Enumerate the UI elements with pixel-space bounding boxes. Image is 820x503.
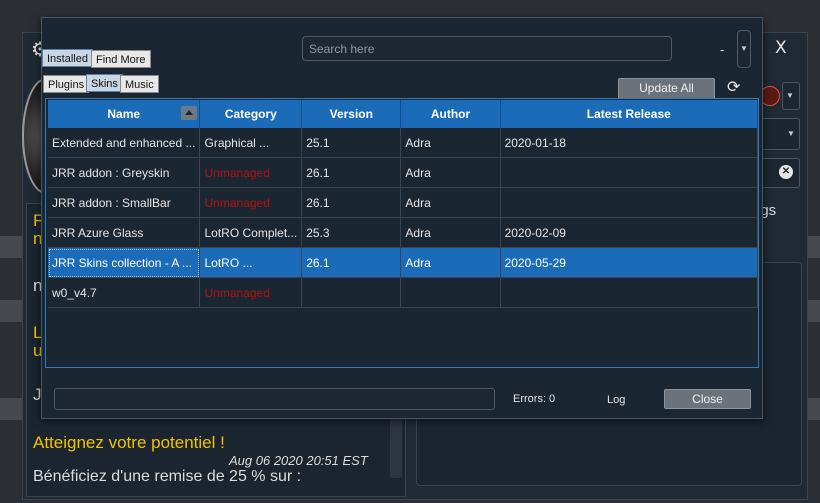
update-all-button[interactable]: Update All	[618, 78, 715, 99]
tab-skins[interactable]: Skins	[86, 74, 123, 92]
world-selector[interactable]: ▼	[782, 82, 800, 110]
table-row[interactable]: JRR Skins collection - A ... LotRO ... 26.…	[48, 247, 758, 278]
account-selector[interactable]: ▼	[760, 118, 800, 150]
cell-category: Unmanaged	[199, 277, 303, 308]
sort-arrow-icon	[181, 106, 198, 120]
search-input[interactable]: Search here	[302, 36, 672, 61]
tab-find-more[interactable]: Find More	[91, 50, 151, 68]
plugin-manager-window: Installed Find More Plugins Skins Music …	[41, 17, 763, 419]
cell-version: 26.1	[301, 187, 402, 218]
cell-category: Unmanaged	[199, 157, 303, 188]
table-row[interactable]: JRR addon : Greyskin Unmanaged 26.1 Adra	[48, 157, 758, 188]
cell-latest	[500, 277, 758, 308]
news-date: Aug 06 2020 20:51 EST	[229, 453, 368, 468]
cell-version: 26.1	[301, 247, 402, 278]
game-icon	[760, 86, 780, 106]
cell-name: JRR Skins collection - A ...	[48, 247, 201, 278]
cell-latest: 2020-01-18	[500, 128, 758, 158]
cell-name: JRR addon : SmallBar	[48, 187, 201, 218]
cell-latest: 2020-05-29	[500, 247, 758, 278]
table-row[interactable]: JRR Azure Glass LotRO Complet... 25.3 Adra 2…	[48, 217, 758, 248]
table-row[interactable]: JRR addon : SmallBar Unmanaged 26.1 Adra	[48, 187, 758, 218]
cell-author: Adra	[400, 187, 501, 218]
cell-category: LotRO Complet...	[199, 217, 303, 248]
close-icon[interactable]: X	[775, 38, 787, 58]
tab-installed[interactable]: Installed	[42, 49, 93, 67]
password-field[interactable]: ✕	[760, 158, 800, 188]
cell-author: Adra	[400, 128, 501, 158]
column-header-category[interactable]: Category	[199, 100, 303, 128]
chevron-down-icon: ▼	[787, 129, 795, 138]
tab-music[interactable]: Music	[120, 75, 159, 93]
column-header-name[interactable]: Name	[48, 100, 201, 128]
command-input[interactable]	[54, 388, 495, 410]
cell-author: Adra	[400, 217, 501, 248]
news-title[interactable]: Atteignez votre potentiel !	[33, 433, 225, 453]
cell-name: w0_v4.7	[48, 277, 201, 308]
filter-value: -	[720, 42, 725, 57]
cell-latest	[500, 157, 758, 188]
table-row[interactable]: w0_v4.7 Unmanaged	[48, 277, 758, 308]
cell-latest	[500, 187, 758, 218]
tab-plugins[interactable]: Plugins	[43, 75, 90, 93]
cell-version: 25.1	[301, 128, 402, 158]
errors-count: Errors: 0	[513, 393, 556, 405]
news-scrollbar[interactable]	[390, 418, 402, 478]
log-link[interactable]: Log	[607, 394, 625, 406]
chevron-down-icon: ▼	[740, 44, 748, 53]
close-button[interactable]: Close	[664, 389, 751, 409]
column-header-author[interactable]: Author	[400, 100, 501, 128]
chevron-down-icon: ▼	[786, 91, 794, 100]
skins-grid: Name Category Version Author Latest Rele…	[48, 100, 758, 308]
cell-name: Extended and enhanced ...	[48, 128, 201, 158]
cell-latest: 2020-02-09	[500, 217, 758, 248]
cell-version	[301, 277, 402, 308]
cell-version: 25.3	[301, 217, 402, 248]
cell-name: JRR Azure Glass	[48, 217, 201, 248]
cell-author: Adra	[400, 247, 501, 278]
cell-author	[400, 277, 501, 308]
cell-category: Graphical ...	[199, 128, 303, 158]
cell-name: JRR addon : Greyskin	[48, 157, 201, 188]
cell-version: 26.1	[301, 157, 402, 188]
cell-author: Adra	[400, 157, 501, 188]
clear-icon[interactable]: ✕	[779, 165, 793, 179]
table-header-row: Name Category Version Author Latest Rele…	[48, 100, 758, 128]
filter-dropdown[interactable]: ▼	[737, 30, 751, 68]
cell-category: LotRO ...	[199, 247, 303, 278]
refresh-icon[interactable]: ⟳	[727, 77, 747, 97]
table-row[interactable]: Extended and enhanced ... Graphical ... 25…	[48, 128, 758, 158]
news-body: Bénéficiez d'une remise de 25 % sur :	[33, 468, 302, 485]
cell-category: Unmanaged	[199, 187, 303, 218]
column-header-latest-release[interactable]: Latest Release	[500, 100, 758, 128]
skins-table: Name Category Version Author Latest Rele…	[45, 98, 759, 368]
column-header-version[interactable]: Version	[301, 100, 402, 128]
